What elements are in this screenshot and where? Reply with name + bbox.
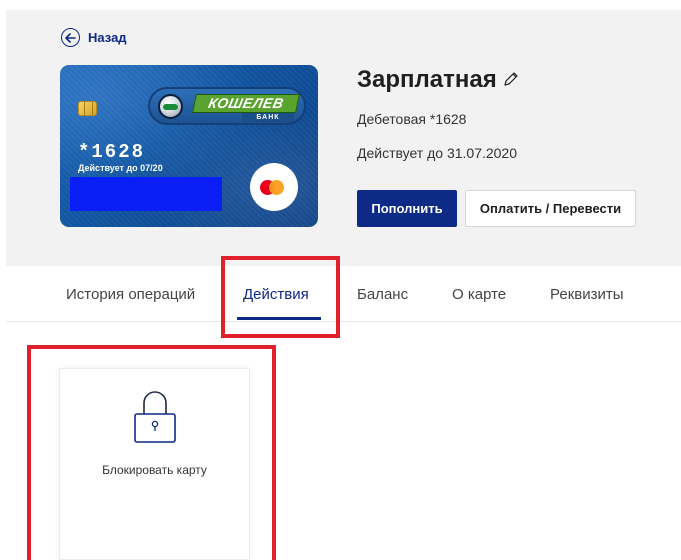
bank-brand-text: КОШЕЛЕВ (191, 94, 301, 113)
block-card-tile[interactable]: Блокировать карту (59, 368, 250, 560)
card-title-text: Зарплатная (357, 66, 497, 93)
card-expiry: Действует до 31.07.2020 (357, 145, 518, 161)
bank-subtext: БАНК (242, 113, 294, 122)
mastercard-icon (250, 163, 298, 211)
tabs-bar: История операций Действия Баланс О карте… (6, 266, 681, 322)
tab-about-card[interactable]: О карте (452, 286, 506, 303)
chip-icon (78, 101, 97, 116)
pencil-icon[interactable] (503, 66, 519, 94)
active-tab-indicator (237, 317, 321, 320)
back-label: Назад (88, 30, 127, 45)
lock-icon (133, 387, 177, 450)
bank-logo: КОШЕЛЕВ БАНК (148, 87, 306, 125)
bank-card-image: КОШЕЛЕВ БАНК *1628 Действует до 07/20 (60, 65, 318, 227)
tab-balance[interactable]: Баланс (357, 286, 408, 303)
tab-history[interactable]: История операций (66, 286, 195, 303)
card-number: *1628 (78, 141, 146, 163)
card-title: Зарплатная (357, 66, 519, 94)
pay-transfer-button[interactable]: Оплатить / Перевести (465, 190, 636, 227)
tab-actions[interactable]: Действия (243, 286, 309, 303)
card-type: Дебетовая *1628 (357, 111, 467, 127)
topup-button[interactable]: Пополнить (357, 190, 457, 227)
card-valid-to: Действует до 07/20 (78, 163, 163, 173)
card-details-page: Назад КОШЕЛЕВ БАНК *1628 Действует до 07… (0, 0, 681, 560)
back-link[interactable]: Назад (61, 28, 127, 47)
block-card-label: Блокировать карту (102, 463, 207, 477)
arrow-left-icon (61, 28, 80, 47)
coin-icon (158, 94, 183, 119)
tab-requisites[interactable]: Реквизиты (550, 286, 624, 303)
redacted-cardholder (70, 177, 222, 211)
